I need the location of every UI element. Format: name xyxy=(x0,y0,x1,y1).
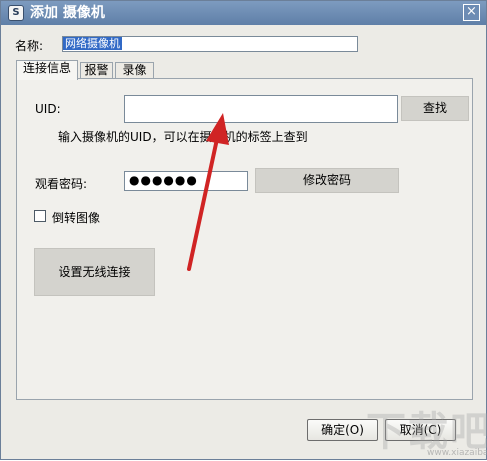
add-camera-dialog: S 添加 摄像机 × 名称: 网络摄像机 连接信息 报警 录像 UID: 查找 … xyxy=(0,0,487,460)
tab-connection-info[interactable]: 连接信息 xyxy=(16,60,78,80)
